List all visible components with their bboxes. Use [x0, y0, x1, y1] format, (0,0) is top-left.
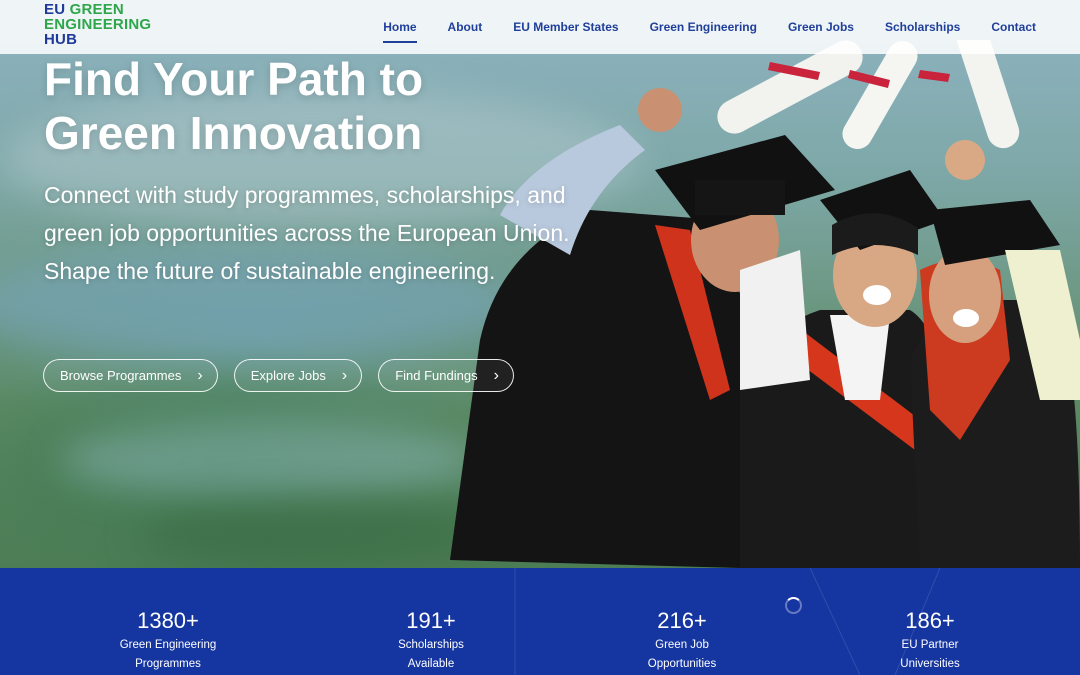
stat-label: Green Engineering	[119, 639, 217, 651]
nav-link-scholarships[interactable]: Scholarships	[885, 20, 960, 34]
explore-jobs-button[interactable]: Explore Jobs ›	[233, 359, 363, 392]
stat-label: Available	[407, 658, 455, 670]
nav-link-green-jobs[interactable]: Green Jobs	[788, 20, 854, 34]
stat-universities: 186+ EU Partner Universities	[830, 608, 1030, 674]
site-logo[interactable]: EU GREEN ENGINEERING HUB	[44, 2, 151, 47]
nav-link-green-engineering[interactable]: Green Engineering	[650, 20, 757, 34]
chevron-right-icon: ›	[341, 366, 348, 384]
stat-scholarships: 191+ Scholarships Available	[331, 608, 531, 674]
nav-link-about[interactable]: About	[448, 20, 483, 34]
stats-band: 1380+ Green Engineering Programmes 191+ S…	[0, 568, 1080, 675]
loading-spinner-icon	[785, 597, 802, 614]
background-blur	[60, 420, 480, 500]
button-label: Browse Programmes	[60, 368, 182, 383]
nav-link-home[interactable]: Home	[383, 20, 417, 43]
logo-text-hub: HUB	[44, 31, 78, 48]
hero-title: Find Your Path to Green Innovation	[44, 53, 424, 159]
stat-value: 216+	[657, 608, 707, 633]
stat-value: 191+	[406, 608, 456, 633]
stat-label: Universities	[900, 658, 960, 670]
top-navbar: EU GREEN ENGINEERING HUB Home About EU M…	[0, 0, 1080, 54]
chevron-right-icon: ›	[493, 366, 499, 384]
nav-link-contact[interactable]: Contact	[991, 20, 1036, 34]
stat-label: Green Job	[655, 639, 709, 651]
stat-label: Programmes	[135, 658, 201, 670]
stat-label: Scholarships	[398, 639, 464, 651]
stat-value: 1380+	[137, 608, 199, 633]
button-label: Find Fundings	[395, 368, 478, 383]
stat-label: EU Partner	[901, 639, 959, 651]
main-nav: Home About EU Member States Green Engine…	[383, 0, 1036, 54]
find-fundings-button[interactable]: Find Fundings ›	[378, 359, 514, 392]
nav-link-eu-member-states[interactable]: EU Member States	[513, 20, 618, 34]
stat-green-jobs: 216+ Green Job Opportunities	[582, 608, 782, 674]
chevron-right-icon: ›	[197, 366, 203, 384]
stat-value: 186+	[905, 608, 955, 633]
button-label: Explore Jobs	[250, 368, 326, 383]
hero-cta-group: Browse Programmes › Explore Jobs › Find …	[43, 359, 514, 392]
logo-text-engineering: ENGINEERING	[44, 16, 152, 33]
browse-programmes-button[interactable]: Browse Programmes ›	[43, 359, 218, 392]
stat-label: Opportunities	[647, 658, 717, 670]
hero-subtitle: Connect with study programmes, scholarsh…	[44, 182, 570, 284]
stat-programmes: 1380+ Green Engineering Programmes	[68, 608, 268, 674]
